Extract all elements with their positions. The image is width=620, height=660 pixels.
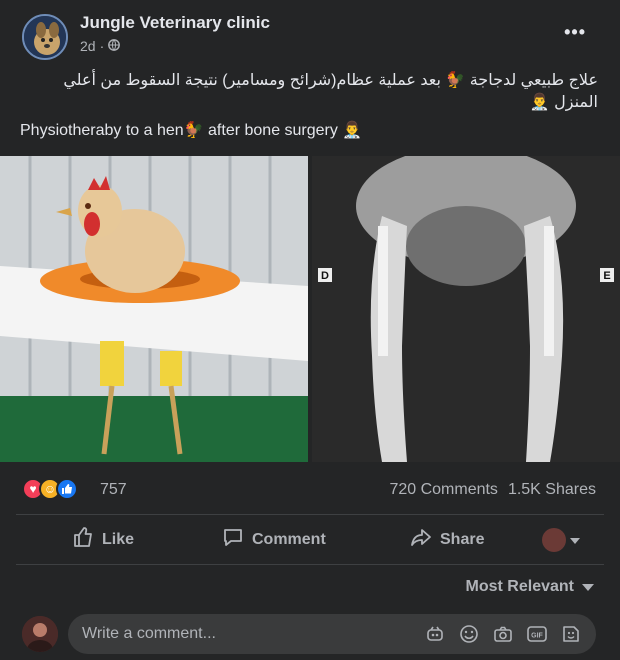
post-stats: ♥ ☺ 757 720 Comments 1.5K Shares: [0, 474, 620, 506]
post-text-english: Physiotheraby to a hen🐓 after bone surge…: [20, 122, 363, 139]
post-meta: 2d ·: [80, 38, 121, 54]
reactions-count[interactable]: 757: [100, 481, 127, 499]
globe-icon: [108, 38, 121, 54]
chevron-down-icon: [570, 531, 580, 549]
shares-count-link[interactable]: 1.5K Shares: [508, 481, 596, 499]
engagement-counts: 720 Comments 1.5K Shares: [389, 481, 596, 499]
gif-icon[interactable]: GIF: [526, 623, 548, 645]
chevron-down-icon: [582, 578, 594, 596]
page-name-link[interactable]: Jungle Veterinary clinic: [80, 13, 270, 33]
reaction-icons[interactable]: ♥ ☺: [22, 478, 78, 500]
divider: [16, 514, 604, 515]
page-avatar[interactable]: [22, 14, 68, 60]
post-header: Jungle Veterinary clinic 2d · •••: [0, 0, 620, 66]
avatar[interactable]: [22, 616, 58, 652]
action-bar: Like Comment Share: [16, 518, 604, 562]
like-button[interactable]: Like: [72, 526, 134, 553]
comment-button[interactable]: Comment: [222, 526, 326, 553]
svg-text:GIF: GIF: [531, 633, 543, 640]
comment-sort-dropdown[interactable]: Most Relevant: [466, 578, 594, 596]
camera-icon[interactable]: [492, 623, 514, 645]
xray-marker-left: D: [321, 270, 329, 282]
more-icon: •••: [564, 22, 586, 42]
share-icon: [410, 526, 432, 553]
like-icon: [72, 526, 94, 553]
comments-count-link[interactable]: 720 Comments: [389, 481, 498, 499]
hen-photo[interactable]: [0, 156, 308, 462]
xray-photo[interactable]: D E: [312, 156, 620, 462]
share-as-selector[interactable]: [542, 528, 580, 552]
comment-composer: Write a comment... GIF: [0, 610, 620, 658]
avatar: [542, 528, 566, 552]
xray-marker-right: E: [603, 270, 610, 282]
sort-label: Most Relevant: [465, 578, 574, 595]
post-text-arabic: علاج طبيعي لدجاجة 🐓 بعد عملية عظام(شرائح…: [63, 72, 598, 111]
post-time[interactable]: 2d: [80, 38, 96, 54]
sticker-face-icon[interactable]: [560, 623, 582, 645]
comment-placeholder: Write a comment...: [82, 625, 216, 642]
share-button[interactable]: Share: [410, 526, 484, 553]
comment-label: Comment: [252, 530, 326, 548]
like-label: Like: [102, 530, 135, 548]
comment-icon: [222, 526, 244, 553]
sticker-icon[interactable]: [424, 623, 446, 645]
like-reaction-icon: [56, 478, 78, 500]
photo-grid: D E: [0, 156, 620, 462]
comment-tools: GIF: [424, 623, 582, 645]
divider: [16, 564, 604, 565]
emoji-icon[interactable]: [458, 623, 480, 645]
comment-input[interactable]: Write a comment... GIF: [68, 614, 596, 654]
more-options-button[interactable]: •••: [564, 22, 586, 43]
share-label: Share: [440, 530, 485, 548]
